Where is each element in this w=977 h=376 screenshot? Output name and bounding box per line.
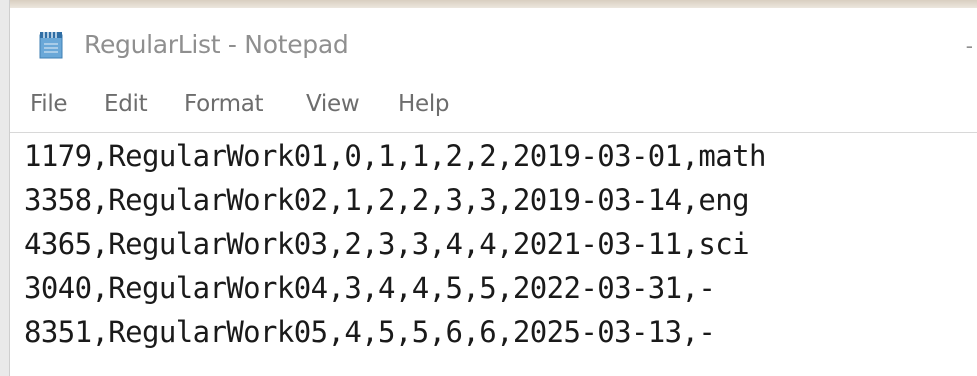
text-editor[interactable]: 1179,RegularWork01,0,1,1,2,2,2019-03-01,…: [10, 133, 977, 376]
editor-line: 3358,RegularWork02,1,2,2,3,3,2019-03-14,…: [24, 183, 750, 217]
menu-item-edit[interactable]: Edit: [104, 91, 148, 117]
menu-item-file[interactable]: File: [30, 91, 68, 117]
menu-item-format[interactable]: Format: [184, 91, 264, 117]
window-title: RegularList - Notepad: [84, 30, 349, 59]
editor-line: 8351,RegularWork05,4,5,5,6,6,2025-03-13,…: [24, 315, 716, 349]
title-bar[interactable]: RegularList - Notepad -: [10, 8, 977, 82]
editor-line: 4365,RegularWork03,2,3,3,4,4,2021-03-11,…: [24, 227, 750, 261]
menu-bar: File Edit Format View Help: [10, 82, 977, 133]
editor-line: 1179,RegularWork01,0,1,1,2,2,2019-03-01,…: [24, 139, 766, 173]
notepad-window: RegularList - Notepad - File Edit Format…: [0, 0, 977, 376]
menu-item-view[interactable]: View: [306, 91, 360, 117]
background-strip: [0, 0, 977, 8]
window-left-edge: [0, 0, 10, 376]
editor-line: 3040,RegularWork04,3,4,4,5,5,2022-03-31,…: [24, 271, 716, 305]
notepad-icon: [36, 30, 68, 60]
minimize-glyph[interactable]: -: [966, 34, 973, 58]
menu-item-help[interactable]: Help: [398, 91, 450, 117]
